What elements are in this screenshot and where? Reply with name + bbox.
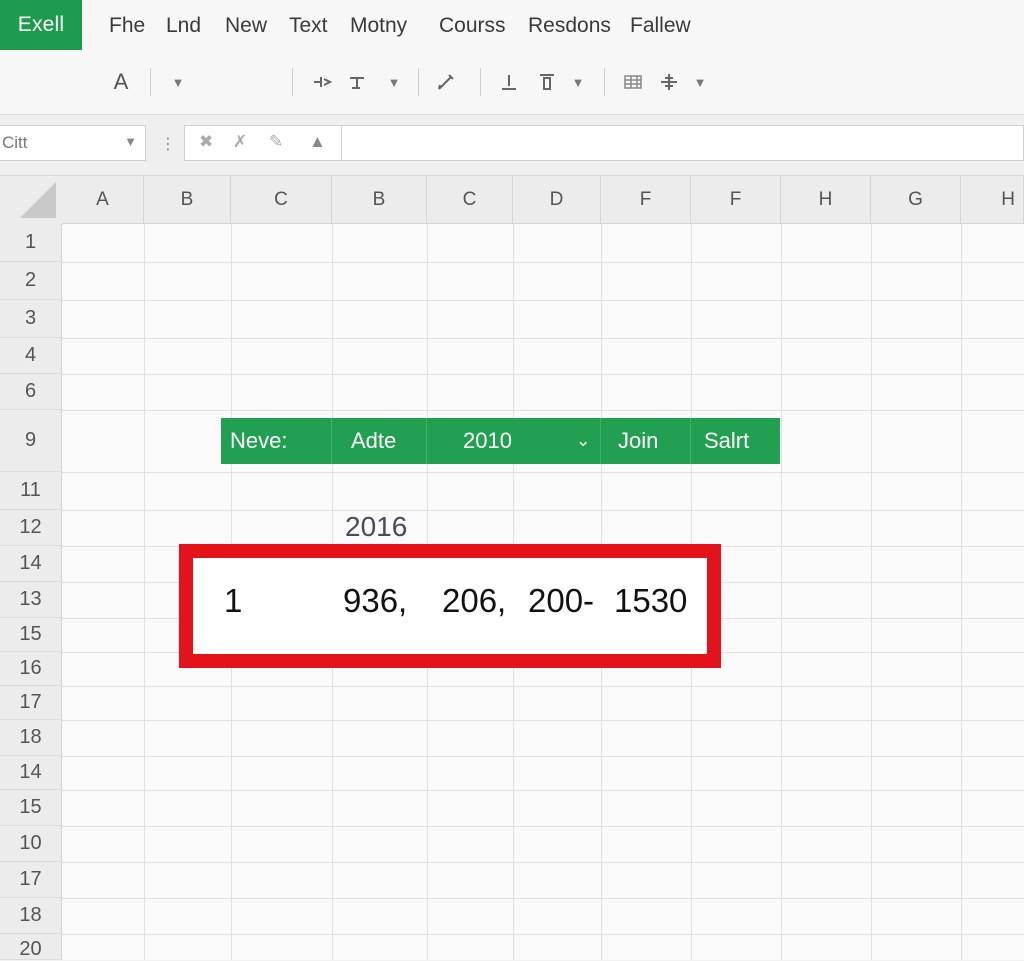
cell-value[interactable]: 1530 xyxy=(614,582,687,620)
pen-icon[interactable]: ✎ xyxy=(269,132,283,152)
chevron-down-icon[interactable]: ▼ xyxy=(384,68,404,96)
column-header-f[interactable]: F xyxy=(691,176,781,224)
row-header[interactable]: 18 xyxy=(0,720,62,756)
row-header[interactable]: 17 xyxy=(0,686,62,720)
cell-value[interactable]: 200- xyxy=(528,582,594,620)
font-color-button[interactable]: A xyxy=(108,68,134,96)
row-header[interactable]: 14 xyxy=(0,756,62,790)
column-header-a[interactable]: A xyxy=(62,176,144,224)
formula-bar: Citt ▼ ⋮ ✖ ✗ ✎ ▲ xyxy=(0,115,1024,176)
toolbar-divider xyxy=(418,68,419,96)
header-cell-join[interactable]: Join xyxy=(618,418,658,464)
row-header[interactable]: 9 xyxy=(0,410,62,472)
column-header-h[interactable]: H xyxy=(781,176,871,224)
formula-actions: ✖ ✗ ✎ ▲ xyxy=(184,125,342,161)
select-all-corner[interactable] xyxy=(0,176,63,225)
table-header-row: Neve: Adte 2010 ⌄ Join Salrt xyxy=(221,418,780,464)
chevron-down-icon[interactable]: ▼ xyxy=(124,134,137,149)
name-box-value: Citt xyxy=(2,133,28,152)
app-logo: Exell xyxy=(0,0,82,50)
menu-item-1[interactable]: Fhe xyxy=(109,14,145,38)
row-header[interactable]: 2 xyxy=(0,262,62,300)
cancel-icon[interactable]: ✖ xyxy=(199,132,213,152)
header-cell-adte[interactable]: Adte xyxy=(351,418,396,464)
align-bottom-icon[interactable] xyxy=(496,68,522,96)
row-header[interactable]: 11 xyxy=(0,472,62,510)
menu-item-7[interactable]: Resdons xyxy=(528,14,611,38)
column-header-b[interactable]: B xyxy=(144,176,231,224)
close-icon[interactable]: ✗ xyxy=(233,132,247,152)
wrap-text-icon[interactable] xyxy=(346,68,372,96)
row-header[interactable]: 16 xyxy=(0,652,62,686)
table-icon[interactable] xyxy=(620,68,646,96)
menu-item-6[interactable]: Courss xyxy=(439,14,506,38)
row-header[interactable]: 20 xyxy=(0,934,62,960)
toolbar: A ▼ ▼ ▼ ▼ xyxy=(0,52,1024,115)
row-header[interactable]: 6 xyxy=(0,374,62,410)
align-top-icon[interactable] xyxy=(534,68,560,96)
row-header[interactable]: 10 xyxy=(0,826,62,862)
column-header-b[interactable]: B xyxy=(332,176,427,224)
row-header[interactable]: 15 xyxy=(0,618,62,652)
pencil-icon[interactable] xyxy=(434,68,460,96)
spreadsheet-grid: A B C B C D F F H G H 1 2 3 4 6 9 11 12 … xyxy=(0,176,1024,960)
row-header[interactable]: 14 xyxy=(0,546,62,582)
name-box[interactable]: Citt ▼ xyxy=(0,125,146,161)
chevron-down-icon[interactable]: ▼ xyxy=(568,68,588,96)
cell-value[interactable]: 206, xyxy=(442,582,506,620)
row-header[interactable]: 3 xyxy=(0,300,62,338)
row-header[interactable]: 1 xyxy=(0,224,62,262)
chevron-down-icon[interactable]: ▼ xyxy=(168,68,188,96)
toolbar-divider xyxy=(480,68,481,96)
menu-item-4[interactable]: Text xyxy=(289,14,328,38)
header-cell-neve[interactable]: Neve: xyxy=(230,418,287,464)
header-cell-salrt[interactable]: Salrt xyxy=(704,418,749,464)
column-header-g[interactable]: G xyxy=(871,176,961,224)
move-icon[interactable] xyxy=(656,68,682,96)
column-header-f[interactable]: F xyxy=(601,176,691,224)
row-header[interactable]: 13 xyxy=(0,582,62,618)
formula-input[interactable] xyxy=(342,125,1024,161)
chevron-down-icon[interactable]: ▼ xyxy=(690,68,710,96)
header-cell-year[interactable]: 2010 xyxy=(463,418,512,464)
row-header[interactable]: 18 xyxy=(0,898,62,934)
row-header[interactable]: 4 xyxy=(0,338,62,374)
menu-item-8[interactable]: Fallew xyxy=(630,14,691,38)
chevron-down-icon[interactable]: ⌄ xyxy=(576,418,590,464)
more-icon[interactable]: ⋮ xyxy=(160,134,176,154)
column-header-h[interactable]: H xyxy=(961,176,1024,224)
year-label: 2016 xyxy=(345,511,408,542)
toolbar-divider xyxy=(150,68,151,96)
align-icon[interactable] xyxy=(310,68,336,96)
menu-item-2[interactable]: Lnd xyxy=(166,14,201,38)
row-header[interactable]: 17 xyxy=(0,862,62,898)
row-header[interactable]: 15 xyxy=(0,790,62,826)
cell-value[interactable]: 1 xyxy=(224,582,242,620)
cell-value[interactable]: 936, xyxy=(343,582,407,620)
toolbar-divider xyxy=(604,68,605,96)
menu-item-5[interactable]: Motny xyxy=(350,14,407,38)
function-icon[interactable]: ▲ xyxy=(309,132,326,152)
column-header-c[interactable]: C xyxy=(231,176,332,224)
menu-item-3[interactable]: New xyxy=(225,14,267,38)
menu-bar: Exell Fhe Lnd New Text Motny Courss Resd… xyxy=(0,0,1024,52)
row-header[interactable]: 12 xyxy=(0,510,62,546)
column-header-d[interactable]: D xyxy=(513,176,601,224)
toolbar-divider xyxy=(292,68,293,96)
column-header-c[interactable]: C xyxy=(427,176,513,224)
